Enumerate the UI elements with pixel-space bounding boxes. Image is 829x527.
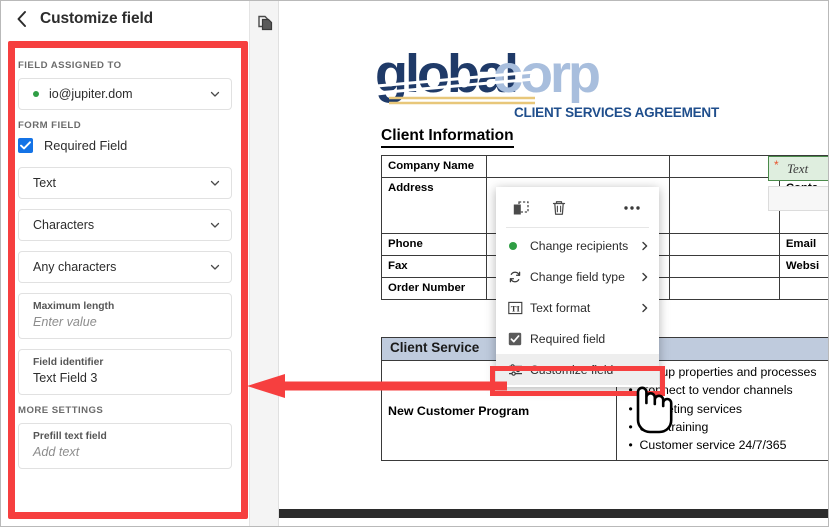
chevron-right-icon [642,272,648,281]
duplicate-field-button[interactable] [508,197,534,219]
back-button[interactable] [12,9,32,29]
chevron-left-icon [17,11,26,27]
required-field-checkbox[interactable]: Required Field [18,138,232,153]
menu-item-label: Change recipients [530,238,629,253]
field-assigned-label: FIELD ASSIGNED TO [18,60,122,71]
field-identifier-label: Field identifier [33,357,104,368]
panel-header: Customize field [0,0,250,38]
more-options-icon [624,206,640,210]
unit-select[interactable]: Characters [18,209,232,241]
field-context-menu: Change recipients Change field type TI T… [496,187,659,387]
assignee-select[interactable]: io@jupiter.dom [18,78,232,110]
row-extra [668,233,780,256]
row-label: Fax [380,255,488,278]
delete-field-button[interactable] [546,197,572,219]
field-identifier-value: Text Field 3 [33,371,98,385]
page-thumbnail-button[interactable] [256,14,274,32]
document-bottom-edge [279,509,829,518]
row-value[interactable] [486,155,670,178]
field-identifier-input[interactable]: Field identifier Text Field 3 [18,349,232,395]
field-type-select[interactable]: Text [18,167,232,199]
prefill-text-label: Prefill text field [33,431,107,442]
text-format-icon: TI [508,301,530,315]
menu-item-required-field[interactable]: Required field [496,323,659,354]
screenshot-root: Customize field FIELD ASSIGNED TO io@jup… [0,0,829,527]
menu-divider [506,227,649,228]
more-options-button[interactable] [619,197,645,219]
charset-value: Any characters [33,260,117,274]
field-type-value: Text [33,176,56,190]
hand-cursor-icon [628,376,674,439]
row-extra [668,277,780,300]
row-extra [668,177,780,234]
unit-value: Characters [33,218,95,232]
form-field-text: Text [787,161,809,176]
svg-text:TI: TI [511,303,521,313]
row-right-label [778,277,829,300]
menu-item-change-field-type[interactable]: Change field type [496,261,659,292]
duplicate-field-icon [513,200,529,214]
menu-item-label: Required field [530,331,606,346]
maximum-length-label: Maximum length [33,301,115,312]
row-label: Company Name [380,155,488,178]
duplicate-page-icon [257,15,272,31]
refresh-icon [508,270,530,284]
menu-item-label: Text format [530,300,591,315]
page-tools-strip [250,0,279,527]
maximum-length-input[interactable]: Maximum length Enter value [18,293,232,339]
chevron-down-icon [210,91,220,97]
charset-select[interactable]: Any characters [18,251,232,283]
row-label: Order Number [380,277,488,300]
panel-body: FIELD ASSIGNED TO io@jupiter.dom FORM FI… [0,46,250,527]
form-field-label: FORM FIELD [18,120,82,131]
chevron-right-icon [642,241,648,250]
menu-item-change-recipients[interactable]: Change recipients [496,230,659,261]
row-extra [668,255,780,278]
maximum-length-placeholder: Enter value [33,315,97,329]
row-label: Address [380,177,488,234]
sliders-icon [508,363,530,377]
recipient-dot-icon [508,241,530,250]
recipient-status-dot-icon [33,91,39,97]
selected-form-field[interactable]: * Text [768,156,829,181]
prefill-text-placeholder: Add text [33,445,80,459]
chevron-down-icon [210,222,220,228]
table-row: Company Name [380,155,829,178]
menu-item-text-format[interactable]: TI Text format [496,292,659,323]
row-right-label: Websi [778,255,829,278]
checkbox-checked-icon [508,332,530,346]
form-field-placeholder-box[interactable] [768,186,829,211]
chevron-down-icon [210,180,220,186]
row-label: Phone [380,233,488,256]
page-title: Customize field [40,10,154,27]
agreement-title: CLIENT SERVICES AGREEMENT [514,105,720,120]
context-menu-icon-row [496,193,659,223]
customize-field-panel: Customize field FIELD ASSIGNED TO io@jup… [0,0,250,527]
client-information-heading: Client Information [381,127,514,148]
globalcorp-logo: global corp [375,44,615,106]
more-settings-label: MORE SETTINGS [18,405,104,416]
row-extra [668,155,780,178]
delete-field-icon [552,201,566,215]
menu-item-label: Change field type [530,269,625,284]
menu-item-label: Customize field [530,362,614,377]
required-field-label: Required Field [44,138,128,153]
chevron-right-icon [642,303,648,312]
chevron-down-icon [210,264,220,270]
row-right-label: Email [778,233,829,256]
prefill-text-input[interactable]: Prefill text field Add text [18,423,232,469]
checkbox-checked-icon [18,138,33,153]
assignee-value: io@jupiter.dom [49,87,133,101]
required-asterisk-icon: * [774,158,779,172]
